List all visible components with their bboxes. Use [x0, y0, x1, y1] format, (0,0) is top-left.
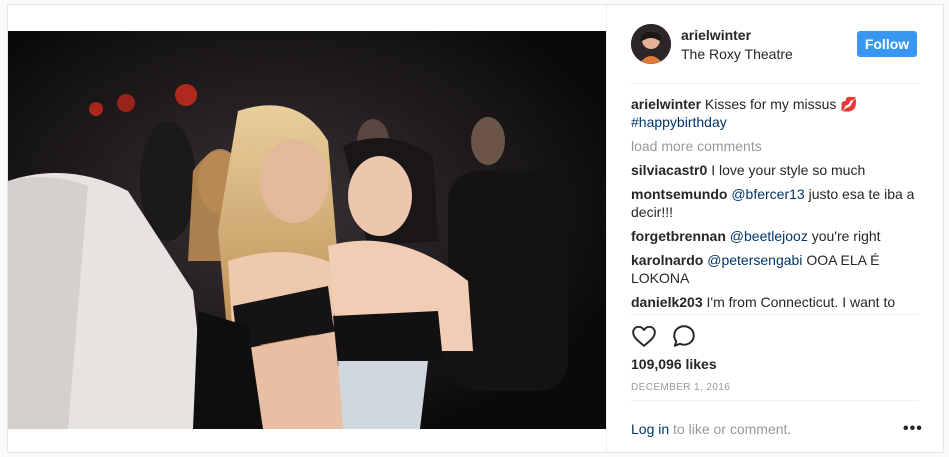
- comment-username[interactable]: forgetbrennan: [631, 228, 726, 244]
- caption: arielwinter Kisses for my missus 💋 #happ…: [631, 95, 921, 131]
- post-photo[interactable]: [8, 31, 606, 429]
- comment-text: you're right: [811, 228, 881, 244]
- action-bar: [631, 323, 751, 349]
- more-options-icon[interactable]: •••: [903, 420, 923, 438]
- comment-text: I love your style so much: [711, 162, 866, 178]
- username[interactable]: arielwinter: [681, 27, 751, 43]
- divider: [631, 83, 919, 84]
- divider: [631, 400, 919, 401]
- comment: danielk203 I'm from Connecticut. I want …: [631, 293, 921, 311]
- heart-icon[interactable]: [631, 323, 657, 354]
- post-date: DECEMBER 1, 2016: [631, 382, 731, 393]
- caption-hashtag[interactable]: #happybirthday: [631, 114, 727, 130]
- comment: montsemundo @bfercer13 justo esa te iba …: [631, 185, 921, 221]
- caption-text: Kisses for my missus 💋: [704, 96, 858, 112]
- login-link[interactable]: Log in: [631, 421, 669, 437]
- comment-icon[interactable]: [671, 323, 697, 354]
- comment-username[interactable]: montsemundo: [631, 186, 727, 202]
- location[interactable]: The Roxy Theatre: [681, 46, 793, 62]
- post-sidebar: arielwinter The Roxy Theatre Follow arie…: [606, 5, 943, 452]
- likes-count[interactable]: 109,096 likes: [631, 356, 717, 372]
- comment: karolnardo @petersengabi OOA ELA É LOKON…: [631, 251, 921, 287]
- comment-mention[interactable]: @bfercer13: [731, 186, 804, 202]
- comment-mention[interactable]: @beetlejooz: [730, 228, 808, 244]
- comment-mention[interactable]: @petersengabi: [707, 252, 802, 268]
- avatar[interactable]: [631, 24, 671, 64]
- login-prompt-text: to like or comment.: [673, 421, 792, 437]
- post-header: arielwinter The Roxy Theatre Follow: [607, 5, 943, 83]
- caption-username[interactable]: arielwinter: [631, 96, 701, 112]
- comment-text: I'm from Connecticut. I want to: [706, 294, 896, 310]
- post-photo-area: [8, 5, 606, 452]
- load-more-comments-link[interactable]: load more comments: [631, 137, 921, 155]
- comments-list: arielwinter Kisses for my missus 💋 #happ…: [631, 95, 921, 312]
- follow-button[interactable]: Follow: [857, 31, 917, 57]
- comment-username[interactable]: silviacastr0: [631, 162, 707, 178]
- comment-username[interactable]: karolnardo: [631, 252, 703, 268]
- divider: [631, 314, 919, 315]
- login-prompt: Log in to like or comment.: [631, 421, 791, 437]
- comment-username[interactable]: danielk203: [631, 294, 703, 310]
- post-card: arielwinter The Roxy Theatre Follow arie…: [7, 4, 944, 453]
- comment: forgetbrennan @beetlejooz you're right: [631, 227, 921, 245]
- comment: silviacastr0 I love your style so much: [631, 161, 921, 179]
